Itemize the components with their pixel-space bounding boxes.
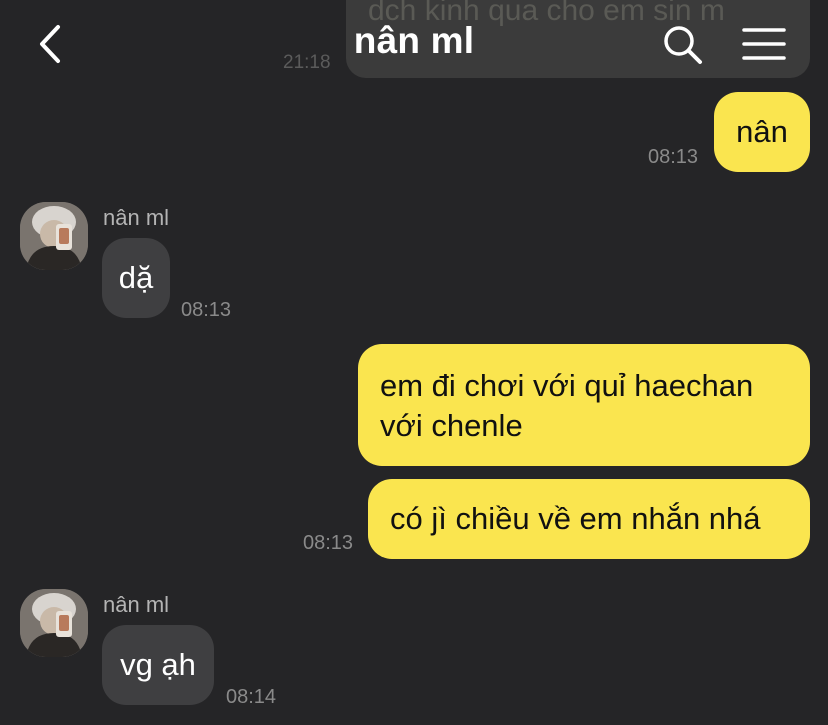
received-message-bubble[interactable]: dặ [102,238,170,318]
message-text: nân [736,114,788,149]
avatar[interactable] [20,202,88,270]
sent-message-bubble[interactable]: em đi chơi với quỉ haechan với chenle [358,344,810,466]
message-time: 08:13 [648,146,699,168]
message-time: 08:13 [181,299,232,321]
sent-message-bubble[interactable]: có jì chiều về em nhắn nhá [368,479,810,559]
chat-header: nân ml [0,0,828,86]
hamburger-menu-icon[interactable] [742,26,786,62]
message-text: có jì chiều về em nhắn nhá [390,501,761,536]
received-message-bubble[interactable]: vg ạh [102,625,214,705]
chat-screen: dch kinh qua cho em sin m 21:18 nân ml 0… [0,0,828,725]
sent-message-bubble[interactable]: nân [714,92,810,172]
message-text: em đi chơi với quỉ haechan với chenle [380,368,754,443]
avatar[interactable] [20,589,88,657]
avatar-photo-icon [20,202,88,270]
message-time: 08:14 [226,686,277,708]
sender-name: nân ml [103,205,170,230]
search-icon[interactable] [662,24,704,66]
message-text: dặ [118,260,154,295]
message-time: 08:13 [303,532,354,554]
message-text: vg ạh [120,647,196,682]
avatar-photo-icon [20,589,88,657]
sender-name: nân ml [103,592,170,617]
